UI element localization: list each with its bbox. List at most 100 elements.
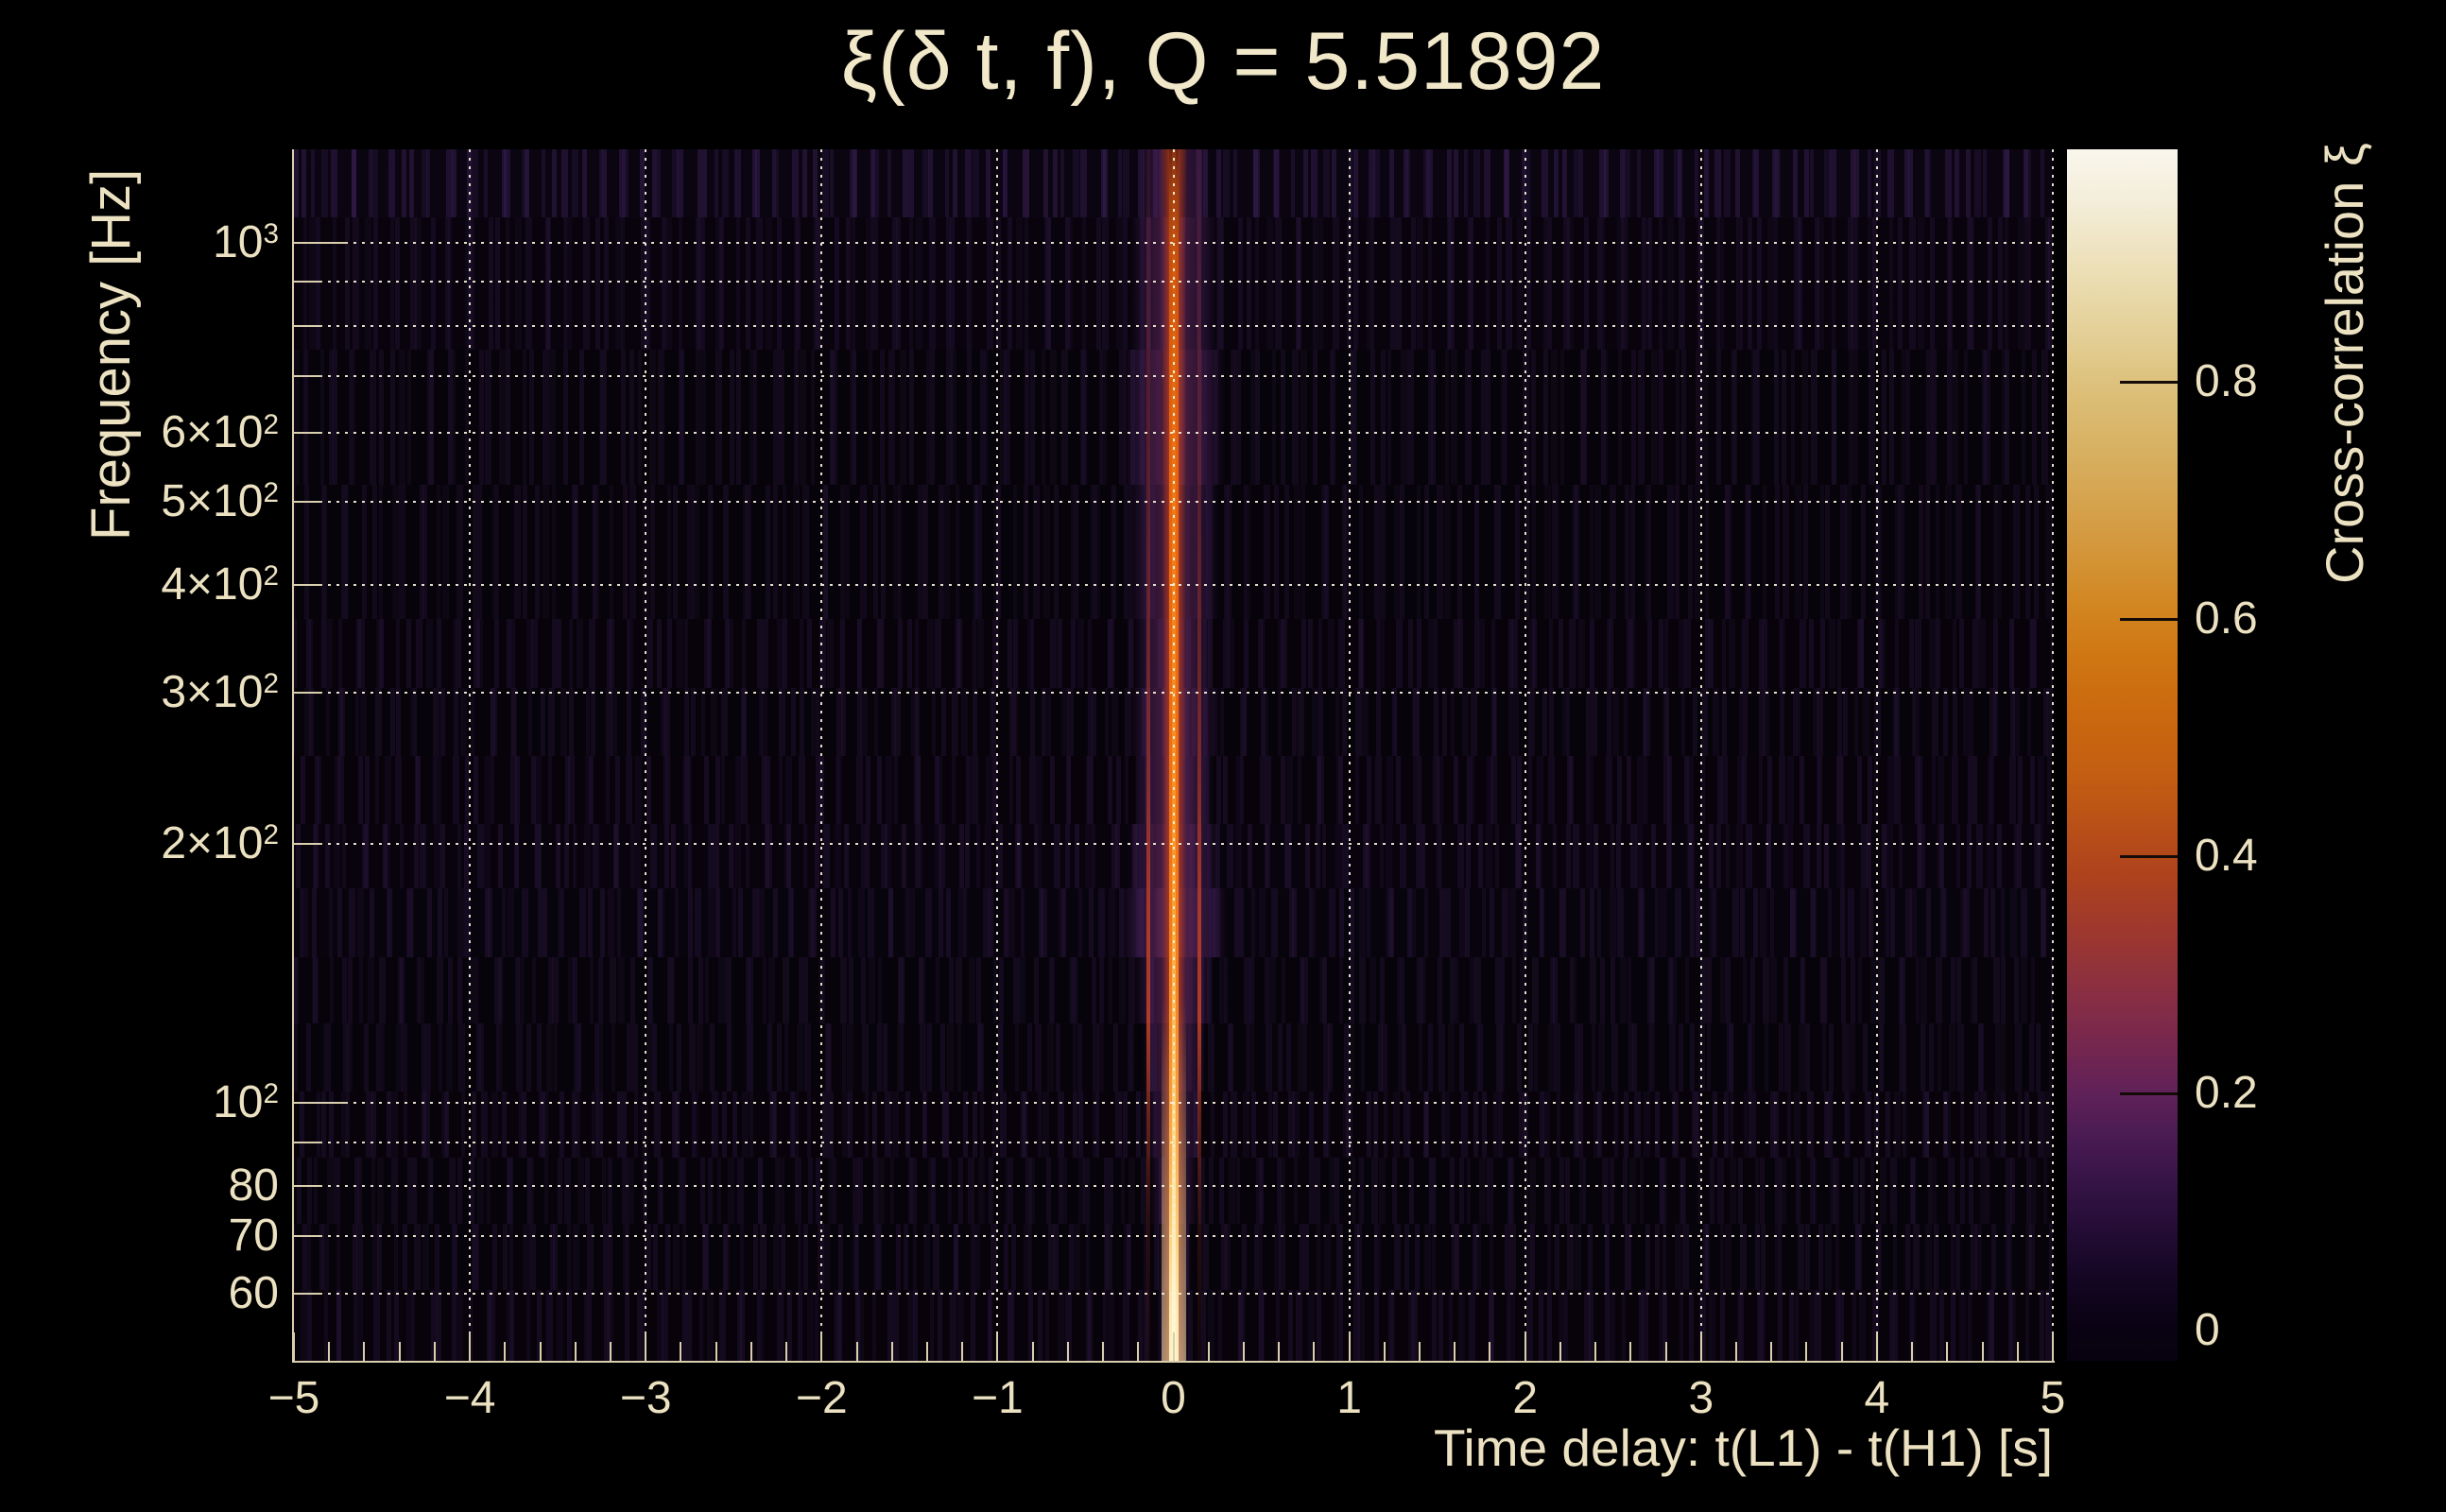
x-axis-tick [1278, 1342, 1281, 1361]
colorbar-tick-label: 0.2 [2195, 1068, 2258, 1118]
y-axis-tick [294, 281, 322, 284]
x-tick-label: −2 [795, 1373, 848, 1423]
x-axis-tick [1699, 1332, 1702, 1361]
colorbar-tick [2120, 381, 2178, 384]
gridline-vertical [1875, 149, 1878, 1361]
colorbar-tick [2120, 855, 2178, 858]
y-axis-tick [294, 691, 322, 694]
x-tick-label: −3 [619, 1373, 672, 1423]
x-axis-tick [715, 1342, 717, 1361]
x-axis-tick [1454, 1342, 1456, 1361]
x-axis-tick [2052, 1332, 2054, 1361]
y-tick-label: 3×102 [161, 666, 279, 717]
x-axis-tick [363, 1342, 366, 1361]
x-axis-tick [996, 1332, 999, 1361]
x-tick-label: 1 [1336, 1373, 1362, 1423]
gridline-vertical [469, 149, 472, 1361]
x-axis-tick [855, 1342, 858, 1361]
y-axis-tick [294, 583, 322, 586]
y-axis-tick [294, 1141, 322, 1143]
colorbar-tick [2120, 618, 2178, 621]
y-tick-exponent: 2 [263, 667, 279, 699]
y-axis-tick [294, 324, 322, 327]
x-axis-tick [1207, 1342, 1210, 1361]
gridline-vertical [1524, 149, 1526, 1361]
x-axis-tick [433, 1342, 436, 1361]
x-axis-tick [1629, 1342, 1632, 1361]
x-axis-tick [785, 1342, 788, 1361]
x-axis-tick [645, 1332, 647, 1361]
y-axis-tick [294, 1102, 347, 1104]
plot-area [293, 149, 2054, 1361]
x-axis-tick [1313, 1342, 1316, 1361]
x-axis-tick [1031, 1342, 1034, 1361]
x-axis-tick [1664, 1342, 1667, 1361]
gridline-vertical [1348, 149, 1351, 1361]
x-tick-label: −4 [443, 1373, 496, 1423]
x-tick-label: 4 [1864, 1373, 1890, 1423]
x-axis-tick [820, 1332, 823, 1361]
gridline-vertical [996, 149, 999, 1361]
y-tick-exponent: 2 [263, 476, 279, 508]
y-tick-label: 60 [228, 1267, 279, 1318]
y-axis-tick [294, 1292, 322, 1295]
x-axis-tick [1875, 1332, 1878, 1361]
gridline-vertical [1172, 149, 1175, 1361]
x-axis-tick [1066, 1342, 1069, 1361]
y-tick-exponent: 2 [263, 819, 279, 851]
axis-line-bottom [292, 1361, 2055, 1363]
y-axis-tick [294, 500, 322, 503]
y-axis-tick [294, 432, 322, 435]
colorbar-title: Cross-correlation ξ [2315, 143, 2374, 584]
gridline-vertical [820, 149, 823, 1361]
colorbar-tick-label: 0.6 [2195, 593, 2258, 644]
ridge-flank-right [1197, 149, 1201, 1361]
y-tick-label: 6×102 [161, 407, 279, 458]
y-tick-exponent: 2 [263, 559, 279, 592]
x-axis-tick [1981, 1342, 1984, 1361]
y-tick-label: 102 [213, 1077, 279, 1127]
gridline-vertical [1699, 149, 1702, 1361]
x-axis-tick [1383, 1342, 1386, 1361]
y-axis-title: Frequency [Hz] [80, 168, 142, 541]
x-axis-tick [1419, 1342, 1421, 1361]
x-axis-tick [1524, 1332, 1526, 1361]
x-axis-tick [1559, 1342, 1561, 1361]
y-tick-label: 5×102 [161, 475, 279, 526]
x-axis-tick [1735, 1342, 1738, 1361]
x-axis-tick [961, 1342, 964, 1361]
x-axis-tick [1102, 1342, 1105, 1361]
x-axis-tick [749, 1342, 752, 1361]
x-axis-tick [680, 1342, 682, 1361]
chart-title: ξ(δ t, f), Q = 5.51892 [840, 16, 1606, 107]
x-tick-label: −5 [267, 1373, 320, 1423]
x-axis-title: Time delay: t(L1) - t(H1) [s] [1433, 1418, 2053, 1477]
y-axis-tick [294, 374, 322, 377]
x-tick-label: 2 [1512, 1373, 1539, 1423]
y-tick-exponent: 3 [263, 217, 279, 249]
x-axis-tick [1770, 1342, 1773, 1361]
colorbar-tick-label: 0.4 [2195, 831, 2258, 881]
gridline-vertical [645, 149, 647, 1361]
x-axis-tick [398, 1342, 401, 1361]
y-axis-tick [294, 842, 322, 845]
colorbar-tick [2120, 1092, 2178, 1095]
y-axis-tick [294, 1185, 322, 1188]
x-axis-tick [1348, 1332, 1351, 1361]
x-axis-tick [504, 1342, 507, 1361]
y-tick-label: 2×102 [161, 817, 279, 868]
x-axis-tick [925, 1342, 928, 1361]
y-tick-exponent: 2 [263, 1078, 279, 1110]
x-tick-label: −1 [972, 1373, 1024, 1423]
x-axis-tick [1946, 1342, 1949, 1361]
x-axis-tick [1594, 1342, 1597, 1361]
colorbar [2067, 149, 2178, 1361]
x-axis-tick [1489, 1342, 1491, 1361]
colorbar-tick-label: 0 [2195, 1305, 2220, 1355]
ridge-flank-left [1146, 149, 1150, 1361]
x-axis-tick [1242, 1342, 1245, 1361]
x-tick-label: 0 [1161, 1373, 1186, 1423]
x-tick-label: 5 [2040, 1373, 2066, 1423]
y-axis-tick [294, 241, 347, 244]
axis-line-left [292, 149, 294, 1363]
